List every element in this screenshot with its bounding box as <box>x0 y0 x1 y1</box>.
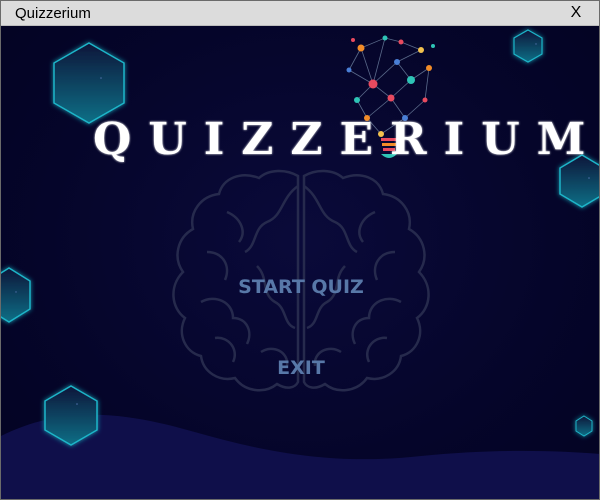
close-button[interactable]: X <box>567 4 585 22</box>
hexagon-large-left <box>53 42 125 124</box>
window-title: Quizzerium <box>15 4 91 22</box>
exit-button[interactable]: EXIT <box>1 357 599 379</box>
hexagon-decor <box>1 29 599 446</box>
hexagon-tiny-bottom-right <box>575 415 593 437</box>
start-quiz-button[interactable]: START QUIZ <box>1 276 599 298</box>
app-logo: QUIZZERIUM <box>93 114 600 165</box>
app-window: Quizzerium X QUIZZERIUM START QUIZ EXIT <box>0 0 600 500</box>
main-screen: QUIZZERIUM START QUIZ EXIT <box>1 26 600 499</box>
title-bar[interactable]: Quizzerium X <box>1 1 599 26</box>
hexagon-small-top-right <box>513 29 543 63</box>
background-art <box>1 29 599 499</box>
